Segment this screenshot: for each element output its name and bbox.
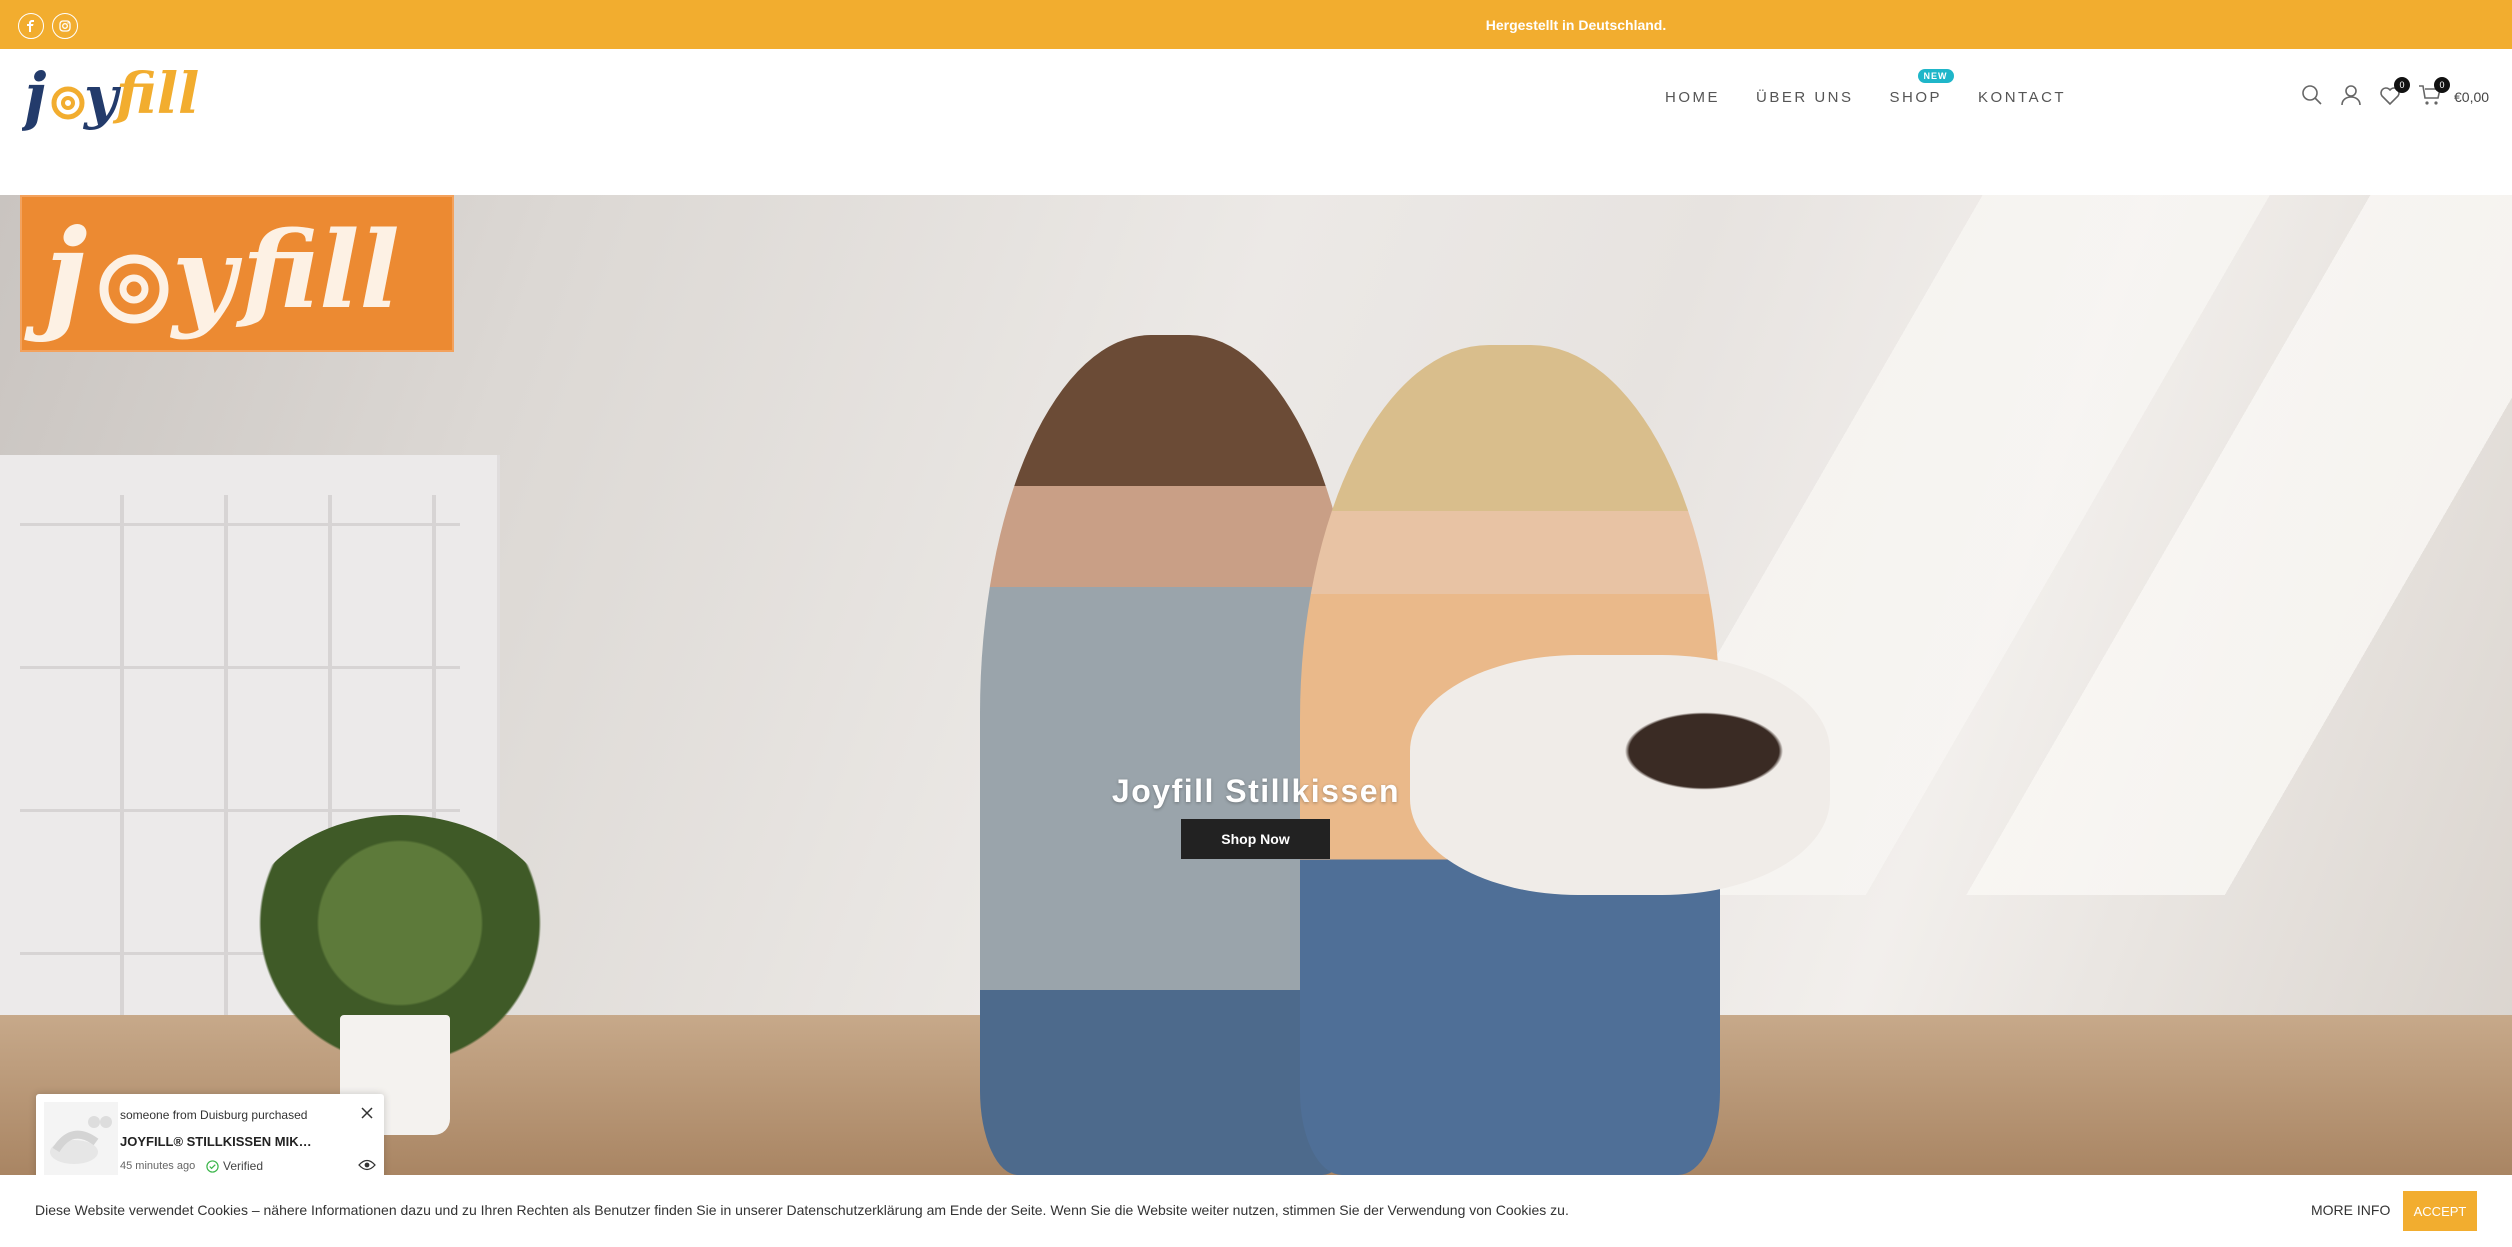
main-nav: HOME ÜBER UNS SHOP NEW KONTACT	[1665, 69, 2102, 106]
wishlist-icon[interactable]: 0	[2378, 77, 2410, 107]
announcement-text: Hergestellt in Deutschland.	[1485, 17, 1667, 33]
nav-about[interactable]: ÜBER UNS	[1756, 89, 1854, 106]
instagram-icon[interactable]	[52, 13, 78, 39]
facebook-icon[interactable]	[18, 13, 44, 39]
site-header: j y fill HOME ÜBER UNS SHOP NEW KONTACT …	[0, 49, 2512, 195]
account-icon[interactable]	[2339, 83, 2363, 107]
cart-icon[interactable]: 0	[2418, 77, 2450, 107]
purchase-notification[interactable]: someone from Duisburg purchased JOYFILL®…	[36, 1094, 384, 1184]
close-icon[interactable]	[360, 1106, 374, 1120]
cookie-banner: Diese Website verwendet Cookies – nähere…	[0, 1175, 2512, 1247]
hero-banner: j y fill Joyfill Stillkissen Shop Now	[0, 195, 2512, 1175]
site-logo[interactable]: j y fill	[13, 55, 206, 139]
svg-text:fill: fill	[235, 207, 400, 332]
product-thumbnail	[44, 1102, 118, 1176]
announcement-bar: Hergestellt in Deutschland.	[0, 0, 2512, 49]
nav-shop[interactable]: SHOP NEW	[1889, 69, 1954, 106]
svg-text:j: j	[24, 203, 87, 344]
nav-home[interactable]: HOME	[1665, 89, 1720, 106]
svg-text:fill: fill	[112, 61, 199, 127]
hero-title: Joyfill Stillkissen	[1111, 773, 1401, 809]
popup-time: 45 minutes ago	[120, 1160, 196, 1172]
svg-text:y: y	[169, 212, 243, 341]
new-badge: NEW	[1917, 69, 1954, 83]
shop-now-button[interactable]: Shop Now	[1181, 819, 1330, 859]
hero-baby	[1410, 655, 1830, 895]
popup-verified-label: Verified	[223, 1159, 264, 1173]
wishlist-count: 0	[2394, 77, 2410, 93]
popup-product-name[interactable]: JOYFILL® STILLKISSEN MIKROPERLEN...	[120, 1134, 312, 1149]
search-icon[interactable]	[2300, 83, 2324, 107]
popup-verified: Verified	[206, 1159, 263, 1173]
eye-icon[interactable]	[358, 1158, 376, 1172]
nav-shop-label: SHOP	[1889, 89, 1943, 106]
nav-contact[interactable]: KONTACT	[1978, 89, 2066, 106]
cart-total[interactable]: €0,00	[2454, 89, 2489, 105]
cart-count: 0	[2434, 77, 2450, 93]
more-info-link[interactable]: MORE INFO	[2311, 1202, 2390, 1218]
hero-logo-sign: j y fill	[20, 195, 454, 352]
popup-location-text: someone from Duisburg purchased	[120, 1108, 308, 1122]
check-circle-icon	[206, 1159, 219, 1173]
accept-cookies-button[interactable]: ACCEPT	[2403, 1191, 2477, 1231]
svg-text:j: j	[22, 59, 46, 132]
cookie-text: Diese Website verwendet Cookies – nähere…	[35, 1202, 1569, 1218]
